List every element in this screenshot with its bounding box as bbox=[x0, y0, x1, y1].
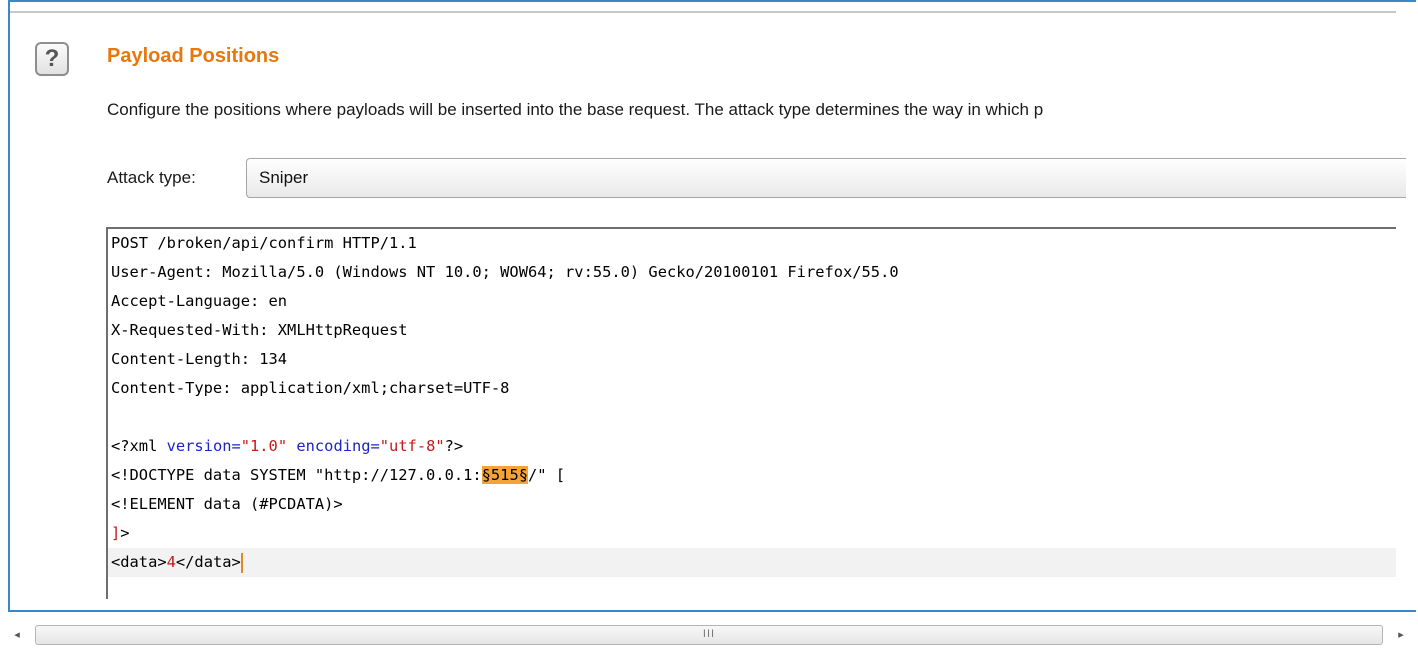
help-icon[interactable]: ? bbox=[35, 42, 69, 76]
scroll-right-icon[interactable]: ▸ bbox=[1392, 626, 1410, 644]
scroll-left-icon[interactable]: ◂ bbox=[8, 626, 26, 644]
xml-decl-open: <?xml bbox=[111, 437, 167, 455]
xml-declaration-line: <?xml version="1.0" encoding="utf-8"?> bbox=[108, 432, 1396, 461]
data-line: <data>4</data> bbox=[108, 548, 1396, 577]
section-description: Configure the positions where payloads w… bbox=[107, 100, 1044, 119]
header-line: User-Agent: Mozilla/5.0 (Windows NT 10.0… bbox=[111, 263, 899, 281]
data-close-tag: </data> bbox=[175, 553, 241, 571]
doctype-suffix: /" [ bbox=[527, 466, 566, 484]
header-line: X-Requested-With: XMLHttpRequest bbox=[111, 321, 408, 339]
xml-encoding-value: "utf-8" bbox=[379, 437, 445, 455]
panel-top-divider bbox=[10, 11, 1396, 13]
element-line: <!ELEMENT data (#PCDATA)> bbox=[111, 495, 343, 513]
data-value: 4 bbox=[166, 553, 176, 571]
attack-type-label: Attack type: bbox=[107, 168, 196, 187]
data-open-tag: <data> bbox=[111, 553, 167, 571]
section-title: Payload Positions bbox=[107, 45, 280, 67]
doctype-line: <!DOCTYPE data SYSTEM "http://127.0.0.1:… bbox=[108, 461, 1396, 490]
horizontal-scrollbar[interactable]: ◂ III ▸ bbox=[0, 622, 1418, 648]
request-editor[interactable]: POST /broken/api/confirm HTTP/1.1 User-A… bbox=[106, 227, 1396, 599]
scrollbar-thumb[interactable]: III bbox=[35, 625, 1383, 645]
doctype-close-line: ]> bbox=[108, 519, 1396, 548]
request-line: POST /broken/api/confirm HTTP/1.1 bbox=[111, 234, 417, 252]
header-line: Content-Length: 134 bbox=[111, 350, 288, 368]
close-bracket: ] bbox=[111, 524, 121, 542]
attack-type-select[interactable]: Sniper bbox=[246, 158, 1406, 198]
xml-encoding-attr: encoding= bbox=[296, 437, 380, 455]
xml-space bbox=[287, 437, 296, 455]
close-rest: > bbox=[120, 524, 130, 542]
xml-decl-close: ?> bbox=[444, 437, 464, 455]
text-cursor bbox=[240, 552, 243, 573]
payload-position-marker[interactable]: §515§ bbox=[481, 466, 528, 484]
header-line: Accept-Language: en bbox=[111, 292, 288, 310]
header-line: Content-Type: application/xml;charset=UT… bbox=[111, 379, 510, 397]
doctype-prefix: <!DOCTYPE data SYSTEM "http://127.0.0.1: bbox=[111, 466, 482, 484]
xml-version-value: "1.0" bbox=[240, 437, 288, 455]
scrollbar-grip-icon: III bbox=[702, 628, 716, 640]
xml-version-attr: version= bbox=[166, 437, 241, 455]
